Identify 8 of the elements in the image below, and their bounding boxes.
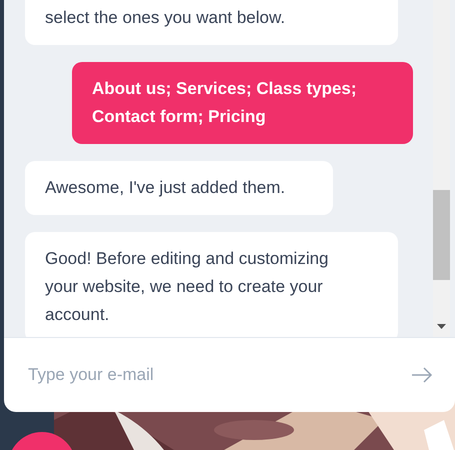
bot-message: Good! Before editing and customizing your website, we need to create your account. bbox=[25, 232, 398, 337]
scrollbar-thumb[interactable] bbox=[433, 190, 450, 280]
bot-message: Awesome, I've just added them. bbox=[25, 161, 333, 215]
send-arrow-icon[interactable] bbox=[411, 367, 433, 383]
bot-message: select the ones you want below. bbox=[25, 0, 398, 45]
email-field[interactable]: Type your e-mail bbox=[28, 362, 411, 388]
user-message: About us; Services; Class types; Contact form; Pricing bbox=[72, 62, 413, 144]
scroll-down-icon[interactable] bbox=[437, 324, 446, 329]
